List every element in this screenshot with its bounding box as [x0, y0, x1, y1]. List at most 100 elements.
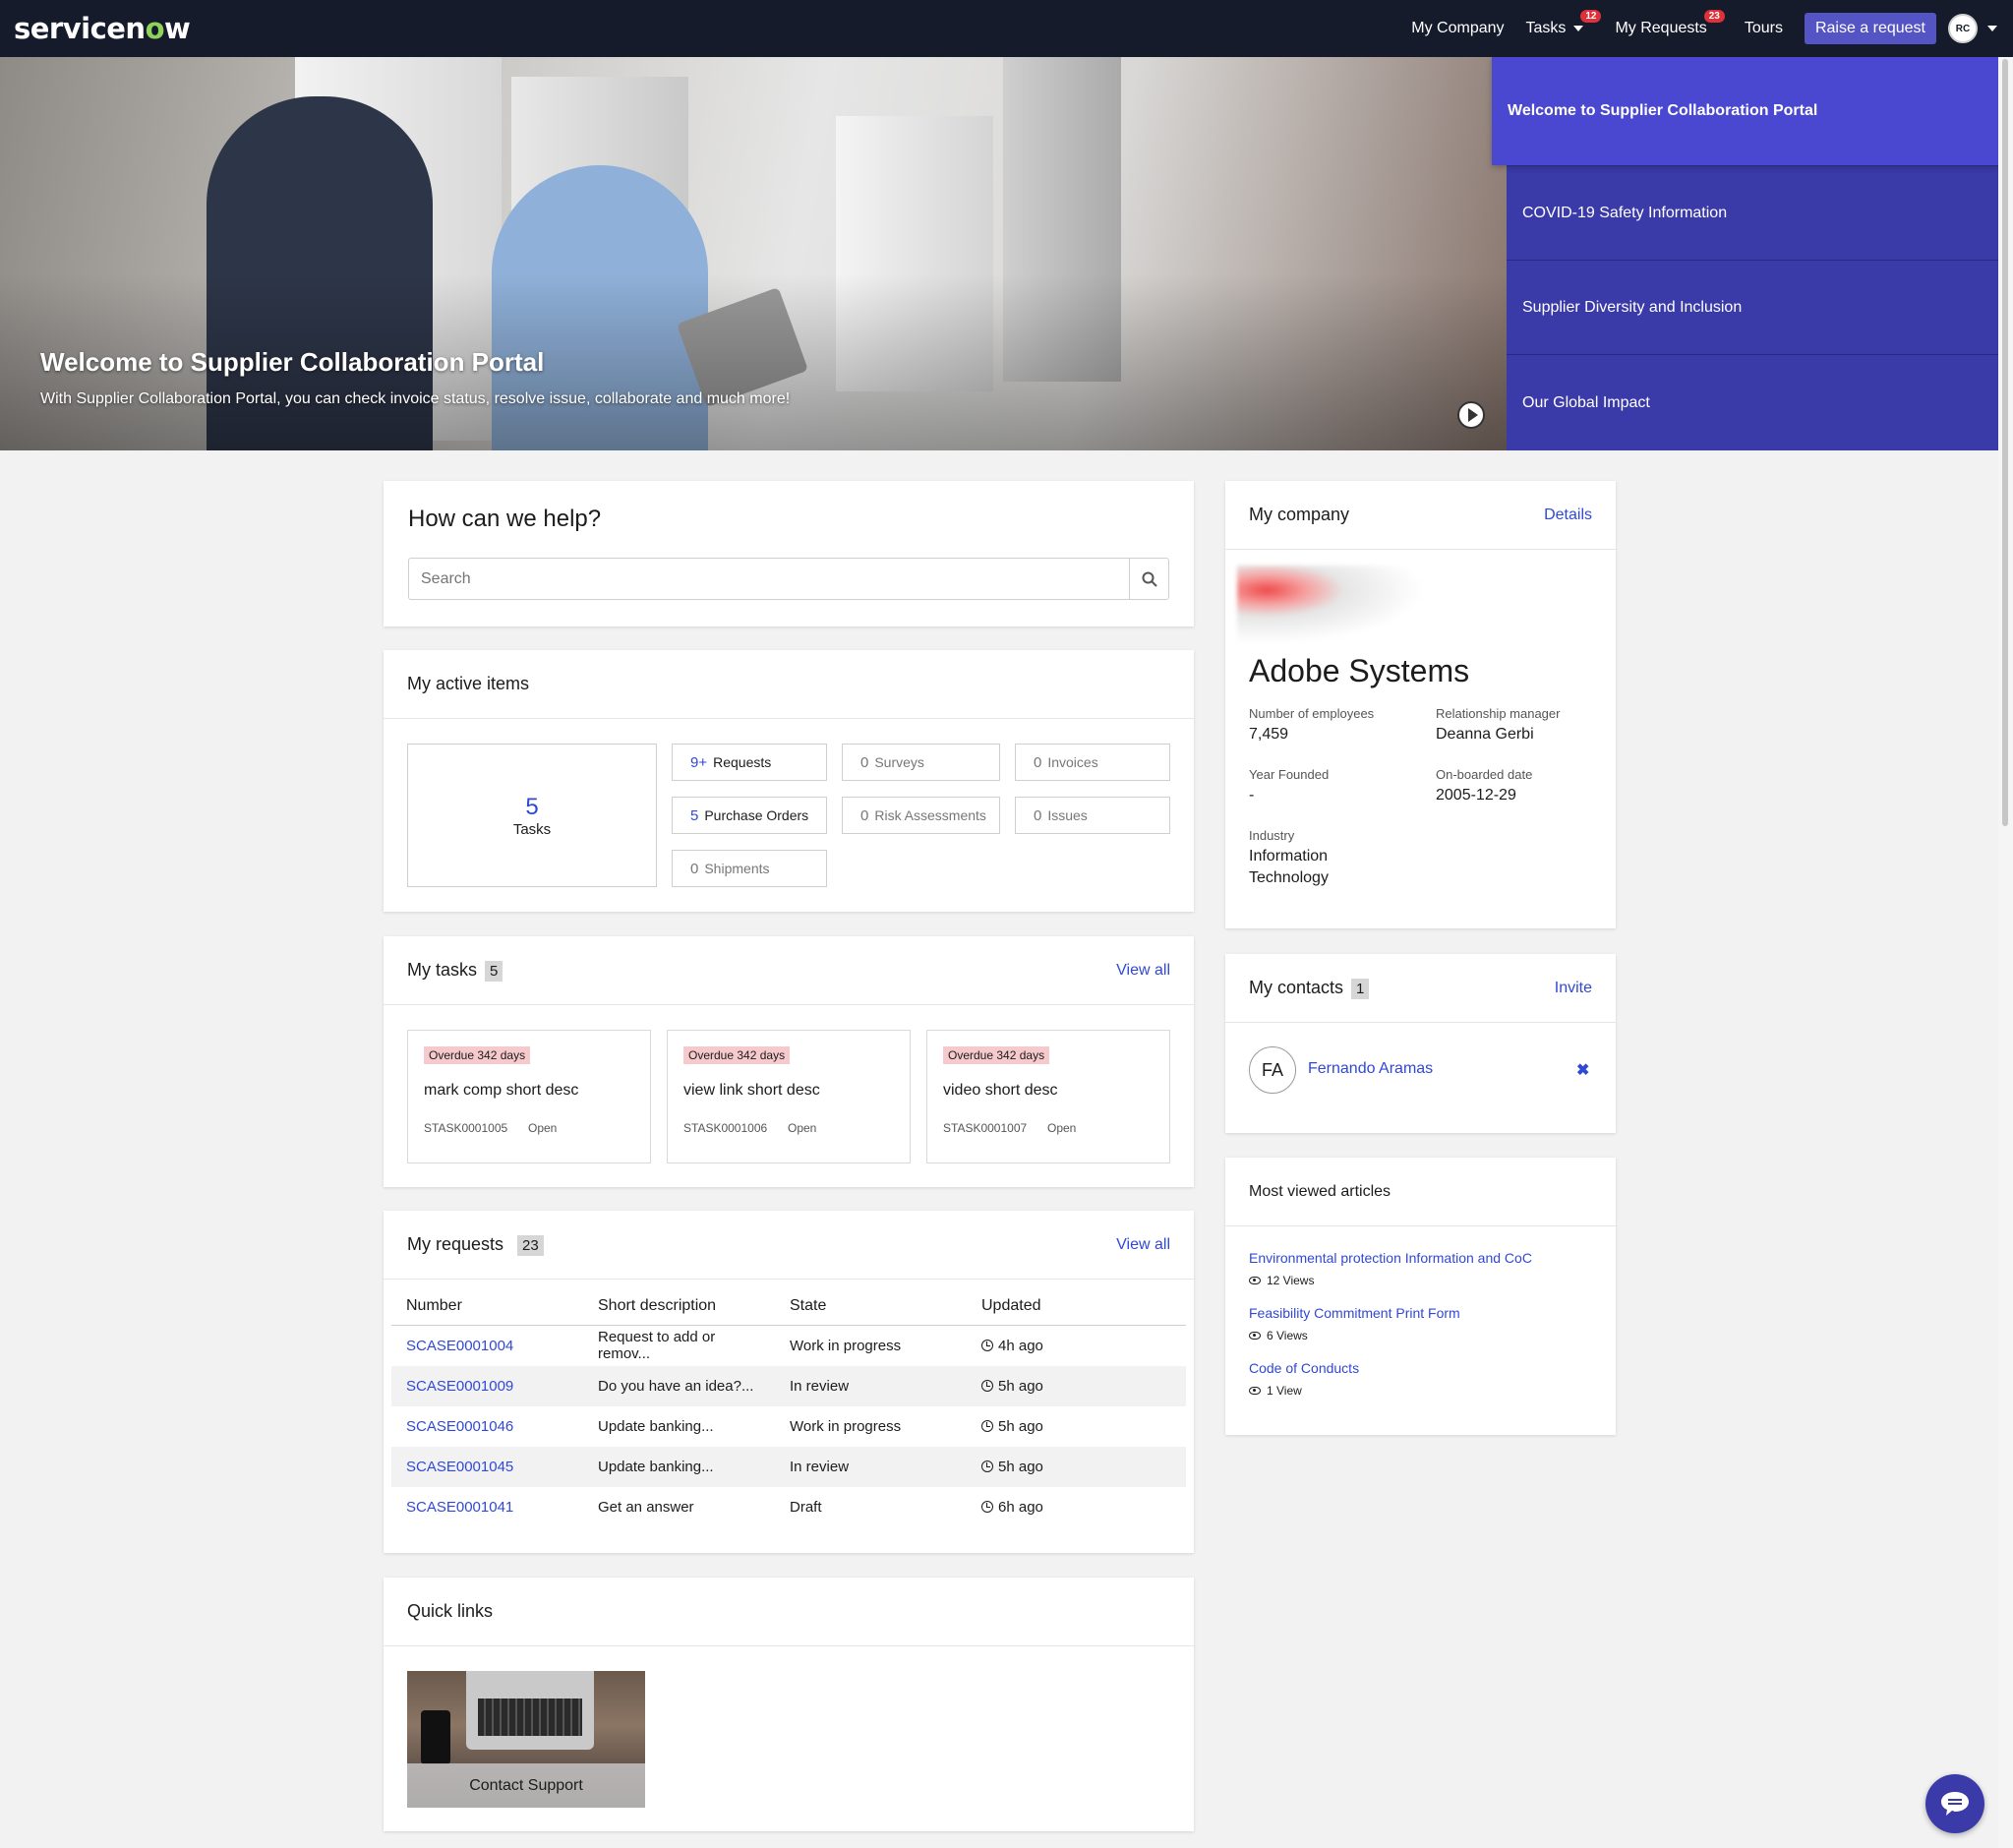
chip-risk-assessments-label: Risk Assessments	[874, 807, 986, 823]
article-views-text: 12 Views	[1267, 1274, 1315, 1287]
my-tasks-heading: My tasks 5	[407, 960, 503, 982]
chip-shipments-label: Shipments	[704, 861, 770, 876]
nav-tours[interactable]: Tours	[1745, 20, 1783, 37]
col-short-description[interactable]: Short description	[583, 1280, 775, 1326]
nav-tasks-label: Tasks	[1525, 20, 1567, 36]
overdue-badge: Overdue 342 days	[424, 1046, 531, 1064]
remove-contact-icon[interactable]: ✖	[1576, 1060, 1589, 1080]
invite-link[interactable]: Invite	[1555, 980, 1592, 997]
request-state: In review	[775, 1446, 967, 1487]
raise-request-button[interactable]: Raise a request	[1804, 13, 1936, 44]
search-input[interactable]	[409, 559, 1129, 599]
founded-label: Year Founded	[1249, 767, 1330, 782]
article-views-text: 1 View	[1267, 1384, 1302, 1398]
chip-purchase-orders[interactable]: 5 Purchase Orders	[672, 797, 827, 834]
clock-icon	[981, 1419, 993, 1432]
col-updated[interactable]: Updated	[967, 1280, 1186, 1326]
request-state: Work in progress	[790, 1337, 902, 1354]
chevron-down-icon	[1573, 25, 1584, 31]
my-requests-header: My requests 23 View all	[384, 1211, 1194, 1280]
active-tasks-tile[interactable]: 5 Tasks	[407, 744, 657, 887]
quick-links-title: Quick links	[407, 1601, 494, 1621]
clock-icon	[981, 1500, 993, 1513]
nav-tasks[interactable]: Tasks 12	[1525, 10, 1602, 37]
requests-count-badge: 23	[1703, 10, 1725, 23]
my-requests-heading: My requests 23	[407, 1234, 544, 1256]
chip-requests[interactable]: 9+ Requests	[672, 744, 827, 781]
chip-issues-count: 0	[1034, 806, 1042, 824]
industry-label: Industry	[1249, 828, 1295, 843]
play-icon[interactable]	[1457, 401, 1485, 429]
tasks-view-all-link[interactable]: View all	[1116, 962, 1170, 980]
requests-table: Number Short description State Updated S…	[391, 1280, 1186, 1527]
contact-name-link[interactable]: Fernando Aramas	[1308, 1060, 1433, 1078]
active-items-title: My active items	[407, 674, 530, 693]
request-number-link[interactable]: SCASE0001046	[391, 1406, 583, 1447]
clock-icon	[981, 1379, 993, 1392]
my-tasks-title: My tasks	[407, 959, 478, 980]
contact-support-tile[interactable]: Contact Support	[407, 1671, 645, 1808]
company-details-link[interactable]: Details	[1544, 507, 1592, 524]
chip-purchase-orders-label: Purchase Orders	[704, 807, 809, 823]
chip-shipments[interactable]: 0 Shipments	[672, 850, 827, 887]
task-description: view link short desc	[683, 1082, 820, 1099]
request-number-link[interactable]: SCASE0001041	[391, 1487, 583, 1527]
request-number-link[interactable]: SCASE0001009	[391, 1365, 583, 1406]
table-row: SCASE0001046 Update banking... Work in p…	[391, 1406, 1186, 1447]
manager-value: Deanna Gerbi	[1436, 726, 1534, 743]
user-menu-chevron-icon[interactable]	[1987, 26, 1997, 31]
my-contacts-heading: My contacts 1	[1249, 978, 1370, 999]
my-tasks-count-badge: 5	[485, 960, 503, 982]
articles-header: Most viewed articles	[1225, 1158, 1616, 1226]
industry-value-line1: Information	[1249, 848, 1329, 864]
chip-invoices[interactable]: 0 Invoices	[1015, 744, 1170, 781]
article-link[interactable]: Code of Conducts	[1249, 1360, 1359, 1376]
chat-button[interactable]	[1925, 1774, 1984, 1833]
scrollbar-thumb[interactable]	[2002, 59, 2008, 826]
task-card[interactable]: Overdue 342 days mark comp short desc ST…	[407, 1030, 651, 1163]
task-card[interactable]: Overdue 342 days view link short desc ST…	[667, 1030, 911, 1163]
help-card: How can we help?	[384, 481, 1194, 626]
request-updated: 5h ago	[967, 1446, 1186, 1487]
my-company-title: My company	[1249, 505, 1350, 524]
col-number[interactable]: Number	[391, 1280, 583, 1326]
request-updated-text: 6h ago	[998, 1498, 1043, 1516]
hero-menu-item-diversity[interactable]: Supplier Diversity and Inclusion	[1507, 260, 1998, 354]
request-state: Work in progress	[790, 1417, 902, 1435]
hero-menu-item-welcome[interactable]: Welcome to Supplier Collaboration Portal	[1492, 57, 1998, 165]
nav-my-company[interactable]: My Company	[1411, 20, 1504, 37]
servicenow-logo[interactable]: servicenow	[14, 12, 191, 45]
chip-shipments-count: 0	[690, 860, 699, 877]
search-button[interactable]	[1129, 559, 1168, 599]
page-scrollbar[interactable]	[1998, 57, 2013, 1848]
article-link[interactable]: Environmental protection Information and…	[1249, 1250, 1532, 1266]
hero-carousel: Welcome to Supplier Collaboration Portal…	[0, 57, 1998, 450]
most-viewed-articles-card: Most viewed articles Environmental prote…	[1225, 1158, 1616, 1435]
nav-my-requests[interactable]: My Requests 23	[1615, 10, 1725, 37]
article-views-text: 6 Views	[1267, 1329, 1308, 1342]
chip-surveys-count: 0	[860, 753, 869, 771]
my-company-card: My company Details Adobe Systems Number …	[1225, 481, 1616, 928]
chip-purchase-orders-count: 5	[690, 806, 699, 824]
article-link[interactable]: Feasibility Commitment Print Form	[1249, 1305, 1460, 1321]
request-number-link[interactable]: SCASE0001004	[391, 1326, 583, 1366]
chip-surveys[interactable]: 0 Surveys	[842, 744, 1000, 781]
col-state[interactable]: State	[775, 1280, 967, 1326]
requests-view-all-link[interactable]: View all	[1116, 1236, 1170, 1254]
request-updated: 5h ago	[967, 1406, 1186, 1447]
request-description: Request to add or remov...	[598, 1329, 716, 1363]
hero-menu-item-global-impact[interactable]: Our Global Impact	[1507, 354, 1998, 450]
user-avatar[interactable]: RC	[1948, 14, 1978, 43]
request-number-link[interactable]: SCASE0001045	[391, 1446, 583, 1487]
my-contacts-card: My contacts 1 Invite FA Fernando Aramas ✖	[1225, 954, 1616, 1133]
task-description: mark comp short desc	[424, 1082, 579, 1099]
hero-subtitle: With Supplier Collaboration Portal, you …	[40, 390, 791, 407]
article-views: 6 Views	[1249, 1329, 1308, 1342]
search-icon	[1142, 571, 1157, 587]
hero-menu-item-covid[interactable]: COVID-19 Safety Information	[1507, 165, 1998, 260]
hero-title: Welcome to Supplier Collaboration Portal	[40, 347, 545, 377]
task-card[interactable]: Overdue 342 days video short desc STASK0…	[926, 1030, 1170, 1163]
chip-risk-assessments[interactable]: 0 Risk Assessments	[842, 797, 1000, 834]
chip-issues[interactable]: 0 Issues	[1015, 797, 1170, 834]
eye-icon	[1249, 1332, 1261, 1340]
